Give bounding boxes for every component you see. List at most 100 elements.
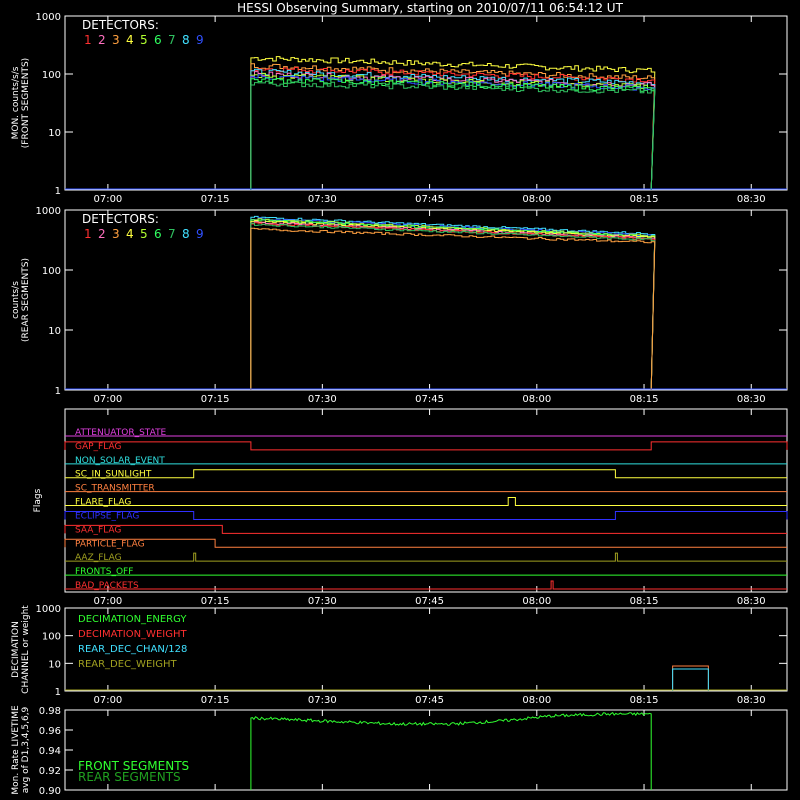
front-legend-item-6: 6 xyxy=(154,33,162,47)
rear-xtick-label-1: 07:15 xyxy=(201,394,230,405)
front-ylabel-1: (FRONT SEGMENTS) xyxy=(21,58,31,148)
front-series-7 xyxy=(250,77,656,191)
rear-series-4 xyxy=(250,220,656,391)
flag-label-8: PARTICLE_FLAG xyxy=(75,539,145,549)
livetime-ytick-label-2: 0.94 xyxy=(39,746,61,757)
decimation-xtick-label-1: 07:15 xyxy=(201,695,230,706)
rear-ytick-label-1: 10 xyxy=(48,326,61,337)
decimation-ylabel-1: CHANNEL or weight xyxy=(21,605,31,694)
rear-series-0 xyxy=(250,215,656,391)
rear-xtick-label-4: 08:00 xyxy=(522,394,551,405)
rear-xtick-label-5: 08:15 xyxy=(630,394,659,405)
decimation-xtick-label-5: 08:15 xyxy=(630,695,659,706)
flags-xtick-label-6: 08:30 xyxy=(737,596,766,607)
livetime-ytick-label-1: 0.92 xyxy=(39,766,61,777)
front-legend-title: DETECTORS: xyxy=(82,18,159,32)
decimation-legend-2: REAR_DEC_CHAN/128 xyxy=(78,644,187,655)
flags-xtick-label-0: 07:00 xyxy=(93,596,122,607)
flags-xtick-label-4: 08:00 xyxy=(522,596,551,607)
flag-line-11 xyxy=(65,580,787,590)
front-xtick-label-5: 08:15 xyxy=(630,194,659,205)
decimation-ylabel-0: DECIMATION xyxy=(11,621,21,678)
flag-line-8 xyxy=(64,538,787,548)
rear-series-3 xyxy=(250,219,656,391)
rear-legend-item-2: 2 xyxy=(98,227,106,241)
decimation-xtick-label-2: 07:30 xyxy=(308,695,337,706)
front-xtick-label-6: 08:30 xyxy=(737,194,766,205)
flag-label-7: SAA_FLAG xyxy=(75,525,121,535)
front-legend-item-1: 1 xyxy=(84,33,92,47)
rear-series-8 xyxy=(250,227,656,391)
rear-legend-item-8: 8 xyxy=(182,227,190,241)
flags-xtick-label-2: 07:30 xyxy=(308,596,337,607)
livetime-ylabel-1: avg of D1,3,4,5,6,9 xyxy=(21,706,31,793)
decimation-step-1 xyxy=(672,668,709,691)
front-legend-item-2: 2 xyxy=(98,33,106,47)
rear-series-7 xyxy=(250,222,656,391)
rear-ytick-label-0: 1 xyxy=(55,386,61,397)
livetime-front-curve xyxy=(250,712,652,790)
livetime-ylabel-0: Mon. Rate LIVETIME xyxy=(11,705,21,795)
flag-label-6: ECLIPSE_FLAG xyxy=(75,511,139,521)
hessi-summary-chart: HESSI Observing Summary, starting on 201… xyxy=(11,1,788,797)
flag-line-5 xyxy=(65,497,787,507)
rear-legend-item-9: 9 xyxy=(196,227,204,241)
livetime-ytick-label-4: 0.98 xyxy=(39,706,61,717)
front-ytick-label-1: 10 xyxy=(48,128,61,139)
rear-xtick-label-6: 08:30 xyxy=(737,394,766,405)
rear-series-5 xyxy=(250,221,656,391)
front-legend-item-9: 9 xyxy=(196,33,204,47)
decimation-xtick-label-4: 08:00 xyxy=(522,695,551,706)
front-series-4 xyxy=(250,71,656,191)
flags-ylabel: Flags xyxy=(33,488,43,512)
decimation-step-0 xyxy=(672,665,709,691)
rear-ylabel-0: counts/s xyxy=(11,281,21,319)
front-xtick-label-4: 08:00 xyxy=(522,194,551,205)
front-ytick-label-2: 100 xyxy=(42,70,61,81)
front-legend-item-5: 5 xyxy=(140,33,148,47)
rear-legend-item-4: 4 xyxy=(126,227,134,241)
rear-legend-item-6: 6 xyxy=(154,227,162,241)
decimation-xtick-label-3: 07:45 xyxy=(415,695,444,706)
rear-series-6 xyxy=(250,222,656,391)
front-series-8 xyxy=(250,80,656,191)
front-xtick-label-3: 07:45 xyxy=(415,194,444,205)
front-legend-item-4: 4 xyxy=(126,33,134,47)
rear-xtick-label-2: 07:30 xyxy=(308,394,337,405)
rear-legend-title: DETECTORS: xyxy=(82,212,159,226)
rear-series-1 xyxy=(250,217,656,391)
front-legend-item-8: 8 xyxy=(182,33,190,47)
front-xtick-label-1: 07:15 xyxy=(201,194,230,205)
rear-legend-item-7: 7 xyxy=(168,227,176,241)
rear-ytick-label-2: 100 xyxy=(42,266,61,277)
rear-legend-item-3: 3 xyxy=(112,227,120,241)
front-ylabel-0: MON. counts/s/s xyxy=(11,66,21,139)
livetime-ytick-label-3: 0.96 xyxy=(39,726,61,737)
rear-series-2 xyxy=(250,218,656,391)
flag-line-9 xyxy=(65,552,787,562)
flags-xtick-label-1: 07:15 xyxy=(201,596,230,607)
front-legend-item-7: 7 xyxy=(168,33,176,47)
decimation-ytick-label-1: 10 xyxy=(48,659,61,670)
decimation-legend-0: DECIMATION_ENERGY xyxy=(78,614,187,625)
flag-label-1: GAP_FLAG xyxy=(75,442,121,452)
rear-xtick-label-3: 07:45 xyxy=(415,394,444,405)
decimation-ytick-label-2: 100 xyxy=(42,632,61,643)
decimation-legend-3: REAR_DEC_WEIGHT xyxy=(78,659,177,670)
flag-line-1 xyxy=(64,441,788,451)
livetime-legend-1: REAR SEGMENTS xyxy=(78,770,181,784)
livetime-ytick-label-0: 0.90 xyxy=(39,786,61,797)
front-series-6 xyxy=(250,74,656,191)
decimation-xtick-label-0: 07:00 xyxy=(93,695,122,706)
flag-line-3 xyxy=(65,469,787,479)
rear-legend-item-5: 5 xyxy=(140,227,148,241)
front-xtick-label-2: 07:30 xyxy=(308,194,337,205)
decimation-xtick-label-6: 08:30 xyxy=(737,695,766,706)
flags-xtick-label-3: 07:45 xyxy=(415,596,444,607)
decimation-legend-1: DECIMATION_WEIGHT xyxy=(78,629,187,640)
flags-xtick-label-5: 08:15 xyxy=(630,596,659,607)
front-ytick-label-3: 1000 xyxy=(36,12,61,23)
chart-title: HESSI Observing Summary, starting on 201… xyxy=(237,1,623,15)
flag-line-6 xyxy=(64,510,788,520)
decimation-ytick-label-3: 1000 xyxy=(36,604,61,615)
